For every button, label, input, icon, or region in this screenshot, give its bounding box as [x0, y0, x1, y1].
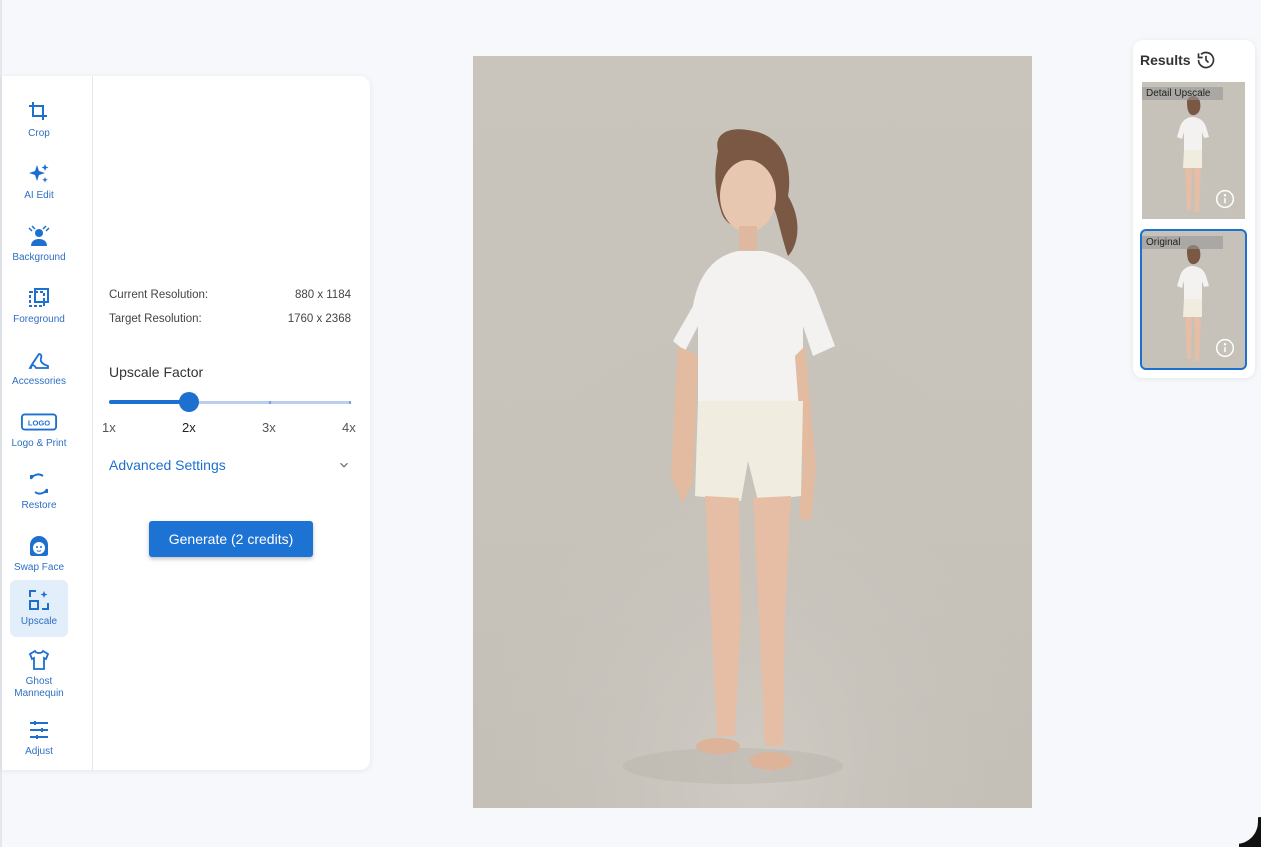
factor-option-1x[interactable]: 1x [102, 420, 116, 435]
factor-option-2x[interactable]: 2x [182, 420, 196, 435]
info-icon[interactable] [1215, 189, 1235, 209]
edit-panel: Crop AI Edit Background Foreground Acces… [2, 76, 370, 770]
factor-option-3x[interactable]: 3x [262, 420, 276, 435]
restore-icon [30, 473, 48, 495]
upscale-settings: Current Resolution: 880 x 1184 Target Re… [102, 76, 359, 770]
logo-icon: LOGO [20, 413, 58, 431]
result-label: Original [1142, 236, 1223, 249]
tool-label: Crop [28, 128, 50, 139]
upscale-factor-slider[interactable] [109, 392, 351, 412]
tool-adjust[interactable]: Adjust [10, 710, 68, 766]
tool-label: Adjust [25, 746, 53, 757]
tool-label: AI Edit [24, 190, 54, 201]
upscale-factor-label: Upscale Factor [109, 364, 204, 380]
history-icon[interactable] [1195, 50, 1217, 70]
face-icon [30, 536, 48, 556]
advanced-settings-label: Advanced Settings [109, 457, 226, 473]
slider-thumb[interactable] [179, 392, 199, 412]
logo-text: LOGO [28, 418, 50, 427]
tool-label: Ghost Mannequin [14, 676, 64, 699]
tool-ghost-mannequin[interactable]: Ghost Mannequin [10, 640, 68, 700]
tool-accessories[interactable]: Accessories [10, 340, 68, 396]
slider-tick [349, 401, 351, 404]
result-thumbnail-original[interactable]: Original [1140, 229, 1247, 370]
high-heel-icon [28, 353, 49, 369]
tool-label: Swap Face [13, 562, 65, 573]
results-title: Results [1140, 52, 1191, 68]
tool-label: Background [12, 252, 66, 263]
tool-foreground[interactable]: Foreground [10, 278, 68, 334]
tool-background[interactable]: Background [10, 216, 68, 272]
current-resolution-row: Current Resolution: 880 x 1184 [109, 289, 351, 301]
slider-tick [269, 401, 271, 404]
tool-label: Restore [21, 500, 57, 511]
tool-sidebar: Crop AI Edit Background Foreground Acces… [2, 76, 93, 770]
target-resolution-label: Target Resolution: [109, 313, 202, 325]
info-icon[interactable] [1215, 338, 1235, 358]
shirt-icon [28, 649, 50, 670]
advanced-settings-toggle[interactable]: Advanced Settings [109, 457, 351, 473]
upscale-icon [29, 590, 49, 610]
results-panel: Results Detail Upscale Original [1133, 40, 1255, 378]
tool-upscale[interactable]: Upscale [10, 580, 68, 637]
tool-label: Accessories [12, 376, 66, 387]
current-resolution-value: 880 x 1184 [294, 289, 351, 301]
tool-label: Upscale [20, 616, 58, 627]
sparkle-icon [29, 164, 49, 183]
current-resolution-label: Current Resolution: [109, 289, 209, 301]
image-canvas[interactable] [473, 56, 1032, 808]
photo-girl-standing [473, 56, 1032, 808]
tool-swap-face[interactable]: Swap Face [10, 526, 68, 582]
crop-icon [29, 102, 47, 120]
target-resolution-value: 1760 x 2368 [287, 313, 351, 325]
generate-button[interactable]: Generate (2 credits) [149, 521, 313, 557]
tool-label: Foreground [13, 314, 65, 325]
foreground-icon [29, 288, 49, 307]
sliders-icon [30, 721, 48, 739]
tool-crop[interactable]: Crop [10, 92, 68, 148]
slider-fill [109, 400, 189, 404]
background-icon [28, 225, 50, 246]
factor-option-4x[interactable]: 4x [342, 420, 356, 435]
target-resolution-row: Target Resolution: 1760 x 2368 [109, 313, 351, 325]
tool-logo-print[interactable]: LOGO Logo & Print [10, 402, 68, 458]
chevron-down-icon [340, 462, 348, 468]
tool-label: Logo & Print [11, 438, 67, 449]
tool-ai-edit[interactable]: AI Edit [10, 154, 68, 210]
result-label: Detail Upscale [1142, 87, 1223, 100]
result-thumbnail-detail-upscale[interactable]: Detail Upscale [1142, 82, 1245, 219]
tool-restore[interactable]: Restore [10, 464, 68, 520]
